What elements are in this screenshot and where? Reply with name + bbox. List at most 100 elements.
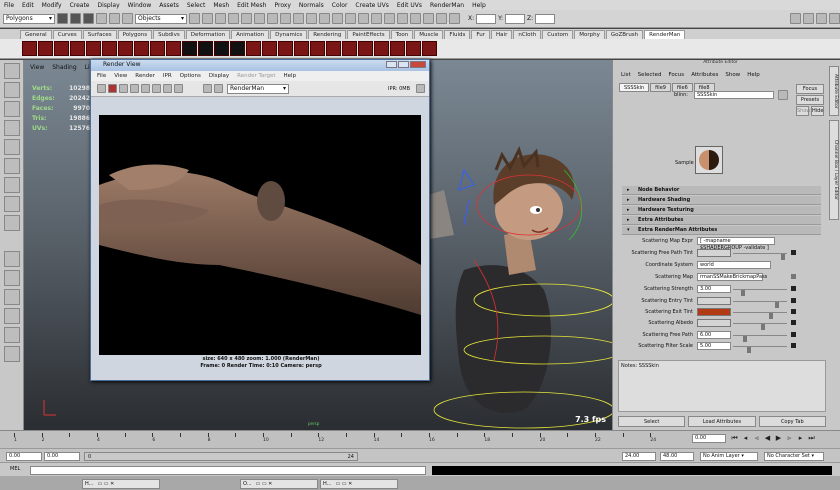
attribute-menu-help[interactable]: Help [747,72,760,78]
minimized-window-2[interactable]: O... ▭ ▭ ✕ [240,479,318,489]
attribute-slider[interactable] [733,346,787,353]
menu-edit[interactable]: Edit [22,2,34,9]
renderman-shelf-icon[interactable] [246,41,261,56]
menu-edit-uvs[interactable]: Edit UVs [397,2,422,9]
slider-knob[interactable] [747,347,751,353]
renderman-shelf-icon[interactable] [150,41,165,56]
section-hardware-texturing[interactable]: ▸ Hardware Texturing [622,206,821,215]
select-tool-icon[interactable] [4,63,20,79]
attribute-menu-show[interactable]: Show [725,72,740,78]
renderman-shelf-icon[interactable] [326,41,341,56]
end-time-field[interactable]: 48.00 [660,452,694,461]
current-frame-field[interactable]: 0.00 [692,434,726,443]
keep-image-icon[interactable] [203,84,212,93]
tab-ncloth[interactable]: nCloth [513,30,542,39]
mel-label[interactable]: MEL [10,466,20,472]
renderman-shelf-icon[interactable] [262,41,277,56]
tab-subdivs[interactable]: Subdivs [153,30,185,39]
show-button[interactable]: Show [796,106,811,116]
renderman-shelf-icon[interactable] [102,41,117,56]
playback-start-field[interactable]: 0.00 [44,452,80,461]
snap-curve-icon[interactable] [202,13,213,24]
render-settings-icon[interactable] [152,84,161,93]
attribute-field[interactable]: rmanSSMakeBrickmapPass [697,273,767,281]
menu-mesh[interactable]: Mesh [213,2,229,9]
attribute-field[interactable]: 5.00 [697,342,731,350]
channel-box-side-tab[interactable]: Channel Box / Layer Editor [829,120,839,220]
playback-end-field[interactable]: 24.00 [622,452,656,461]
tab-fur[interactable]: Fur [471,30,491,39]
turtle-icon[interactable] [384,13,395,24]
tab-dynamics[interactable]: Dynamics [270,30,308,39]
attribute-slider[interactable] [733,312,787,319]
minimized-window-1[interactable]: H... ▭ ▭ ✕ [82,479,160,489]
xray-icon[interactable] [449,13,460,24]
tab-custom[interactable]: Custom [542,30,574,39]
rotate-tool-icon[interactable] [4,139,20,155]
map-button-icon[interactable] [791,298,796,303]
channel-box-toggle-icon[interactable] [803,13,814,24]
move-tool-icon[interactable] [4,120,20,136]
hypershade-icon[interactable] [319,13,330,24]
tab-muscle[interactable]: Muscle [414,30,444,39]
tab-rendering[interactable]: Rendering [308,30,347,39]
expand-arrow-icon[interactable]: ▸ [627,206,630,215]
tab-animation[interactable]: Animation [231,30,270,39]
attribute-field[interactable]: 6.00 [697,331,731,339]
time-slider[interactable]: 1 2 4 6 8 10 12 14 16 18 20 22 24 0.00 ⏮ ◂ ◃ ◀ ▶ ▹ ▸… [0,430,840,448]
render-settings-icon[interactable] [280,13,291,24]
tab-polygons[interactable]: Polygons [117,30,153,39]
show-manipulator-icon[interactable] [4,215,20,231]
attribute-slider[interactable] [733,335,787,342]
x-field[interactable] [476,13,497,24]
menu-help[interactable]: Help [472,2,486,9]
tab-gozbrush[interactable]: GoZBrush [605,30,644,39]
render-view-menu-view[interactable]: View [114,73,127,79]
close-button[interactable] [410,61,426,68]
lights-icon[interactable] [423,13,434,24]
layout-four-icon[interactable] [4,270,20,286]
render-view-menu-ipr[interactable]: IPR [163,73,172,79]
layout-single-icon[interactable] [4,251,20,267]
tab-painteffects[interactable]: PaintEffects [347,30,390,39]
save-scene-icon[interactable] [83,13,94,24]
menu-window[interactable]: Window [128,2,152,9]
ipr-render-icon[interactable] [267,13,278,24]
slider-knob[interactable] [741,290,745,296]
slider-knob[interactable] [761,324,765,330]
tab-renderman[interactable]: RenderMan [644,30,686,39]
map-button-icon[interactable] [791,332,796,337]
renderman-shelf-icon[interactable] [86,41,101,56]
focus-button[interactable]: Focus [796,84,824,94]
rgb-channels-icon[interactable] [163,84,172,93]
map-button-icon[interactable] [791,343,796,348]
menu-create-uvs[interactable]: Create UVs [355,2,388,9]
render-view-menu-display[interactable]: Display [209,73,229,79]
expand-arrow-icon[interactable]: ▸ [627,196,630,205]
tab-fluids[interactable]: Fluids [444,30,471,39]
tool-settings-toggle-icon[interactable] [829,13,840,24]
slider-knob[interactable] [781,254,785,260]
renderman-shelf-icon[interactable] [374,41,389,56]
renderman-shelf-icon[interactable] [118,41,133,56]
menu-edit-mesh[interactable]: Edit Mesh [237,2,266,9]
layout-outliner-icon[interactable] [4,308,20,324]
layout-graph-icon[interactable] [4,327,20,343]
camera-icon[interactable] [397,13,408,24]
input-line-icon[interactable] [358,13,369,24]
render-view-menu-options[interactable]: Options [180,73,201,79]
renderer-select[interactable]: RenderMan ▾ [227,83,289,94]
universal-manipulator-icon[interactable] [4,177,20,193]
render-view-menu-render-target[interactable]: Render Target [237,73,275,79]
lasso-tool-icon[interactable] [4,82,20,98]
menu-file[interactable]: File [4,2,14,9]
menu-modify[interactable]: Modify [42,2,62,9]
menu-select[interactable]: Select [187,2,206,9]
attribute-menu-list[interactable]: List [621,72,631,78]
attribute-field[interactable]: [ -mapname $SHADERGROUP -validate ] [697,237,775,251]
render-view-icon[interactable] [306,13,317,24]
history-icon[interactable] [241,13,252,24]
attribute-slider[interactable] [733,323,787,330]
renderman-shelf-icon[interactable] [198,41,213,56]
folder-icon[interactable] [791,274,796,279]
